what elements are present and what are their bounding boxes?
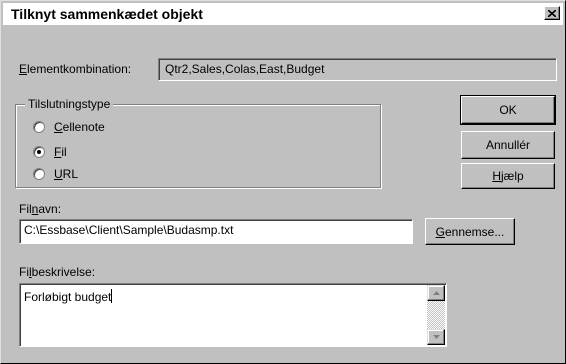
help-button-label: jælp — [500, 169, 524, 183]
radio-url[interactable]: URL — [33, 166, 78, 182]
title-bar: Tilknyt sammenkædet objekt — [3, 3, 563, 25]
browse-button-accel: G — [435, 224, 445, 239]
file-description-text: Forløbigt budget — [24, 290, 112, 304]
file-description-label: Filbeskrivelse: — [19, 265, 95, 279]
browse-button-label: ennemse... — [444, 224, 505, 239]
member-combination-accel: E — [19, 62, 28, 76]
radio-cell-note-label-text: ellenote — [62, 120, 105, 134]
cancel-button[interactable]: Annullér — [461, 131, 555, 159]
file-description-label-pre: Fi — [19, 265, 29, 279]
browse-button[interactable]: Gennemse... — [425, 218, 515, 245]
file-description-textarea[interactable]: Forløbigt budget — [19, 283, 447, 347]
ok-button[interactable]: OK — [460, 95, 556, 125]
radio-url-label-text: RL — [62, 167, 79, 181]
file-name-label-pre: Fil — [19, 202, 32, 216]
member-combination-field: Qtr2,Sales,Colas,East,Budget — [158, 58, 557, 81]
arrow-down-icon — [432, 335, 440, 339]
radio-file-indicator[interactable] — [33, 146, 45, 158]
radio-file-label: Fil — [54, 145, 67, 159]
file-description-text-line: Forløbigt budget — [24, 289, 113, 304]
member-combination-label-text: lementkombination: — [27, 62, 132, 76]
radio-url-label: URL — [54, 167, 78, 181]
text-caret — [111, 289, 113, 303]
help-button[interactable]: Hjælp — [461, 163, 555, 189]
radio-url-indicator[interactable] — [33, 168, 45, 180]
radio-file[interactable]: Fil — [33, 144, 67, 160]
scroll-down-button[interactable] — [427, 329, 445, 345]
file-name-label: Filnavn: — [19, 202, 61, 216]
help-button-accel: H — [492, 169, 501, 183]
file-description-label-post: beskrivelse: — [31, 265, 96, 279]
window-title: Tilknyt sammenkædet objekt — [11, 6, 203, 22]
radio-cell-note-indicator[interactable] — [33, 121, 45, 133]
connection-type-legend: Tilslutningstype — [25, 97, 114, 111]
vertical-scrollbar[interactable] — [427, 285, 445, 345]
radio-cell-note-accel: C — [54, 120, 63, 134]
radio-cell-note[interactable]: Cellenote — [33, 119, 105, 135]
radio-cell-note-label: Cellenote — [54, 120, 105, 134]
radio-url-accel: U — [54, 167, 63, 181]
file-name-label-post: avn: — [38, 202, 62, 216]
member-combination-label: Elementkombination: — [19, 62, 131, 76]
scroll-up-button[interactable] — [427, 285, 445, 301]
close-icon — [548, 9, 556, 17]
file-name-input[interactable]: C:\Essbase\Client\Sample\Budasmp.txt — [19, 219, 413, 244]
close-button[interactable] — [544, 6, 560, 20]
arrow-up-icon — [432, 291, 440, 295]
link-object-dialog: Tilknyt sammenkædet objekt Elementkombin… — [0, 0, 566, 364]
radio-file-label-text: il — [61, 145, 67, 159]
